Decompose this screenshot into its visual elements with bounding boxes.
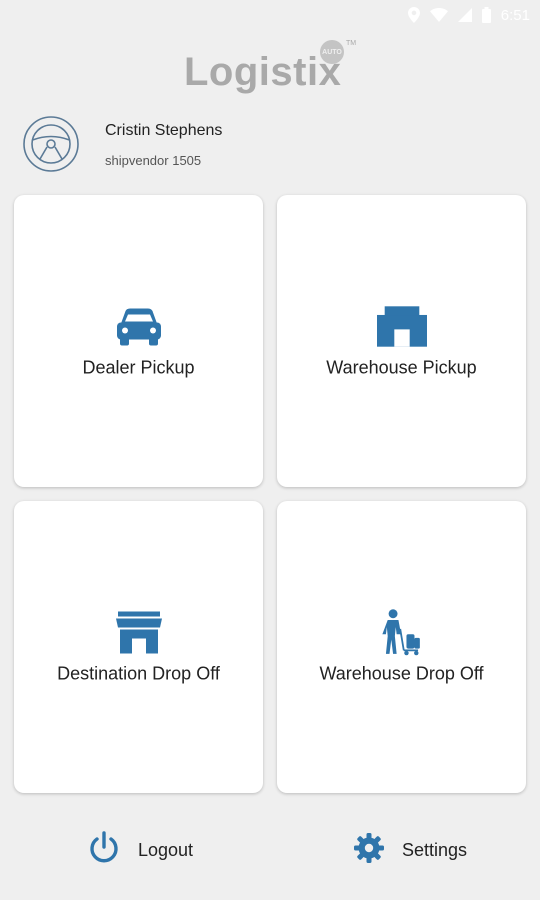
warehouse-pickup-tile[interactable]: Warehouse Pickup [277, 195, 526, 487]
storefront-icon [114, 610, 164, 656]
tile-label: Destination Drop Off [57, 663, 220, 684]
power-icon [88, 830, 120, 870]
dealer-pickup-tile[interactable]: Dealer Pickup [14, 195, 263, 487]
warehouse-icon [376, 304, 427, 350]
status-time: 6:51 [500, 6, 530, 24]
logout-label: Logout [138, 839, 194, 860]
warehouse-drop-off-tile[interactable]: Warehouse Drop Off [277, 501, 526, 793]
settings-button[interactable]: Settings [354, 825, 467, 875]
tile-label: Warehouse Drop Off [319, 663, 484, 684]
user-name: Cristin Stephens [105, 122, 223, 139]
battery-icon [481, 7, 491, 23]
user-profile: Cristin Stephens shipvendor 1505 [22, 115, 522, 175]
destination-drop-off-tile[interactable]: Destination Drop Off [14, 501, 263, 793]
person-luggage-cart-icon [377, 609, 427, 656]
location-icon [407, 7, 420, 23]
logo-text: Logistix [184, 50, 342, 94]
settings-label: Settings [402, 839, 468, 860]
user-subtitle: shipvendor 1505 [105, 153, 202, 168]
tile-label: Warehouse Pickup [326, 357, 477, 378]
wifi-icon [429, 8, 448, 22]
logout-button[interactable]: Logout [88, 825, 193, 875]
gear-icon [354, 832, 384, 868]
status-bar: 6:51 [0, 0, 540, 30]
tile-label: Dealer Pickup [82, 357, 195, 378]
logo-badge: AUTO [320, 40, 344, 64]
car-icon [114, 304, 164, 350]
logo-trademark: TM [346, 40, 357, 47]
app-logo: Logistix AUTO TM [0, 40, 540, 100]
steering-wheel-icon [22, 115, 80, 173]
cellular-signal-icon [457, 8, 472, 22]
